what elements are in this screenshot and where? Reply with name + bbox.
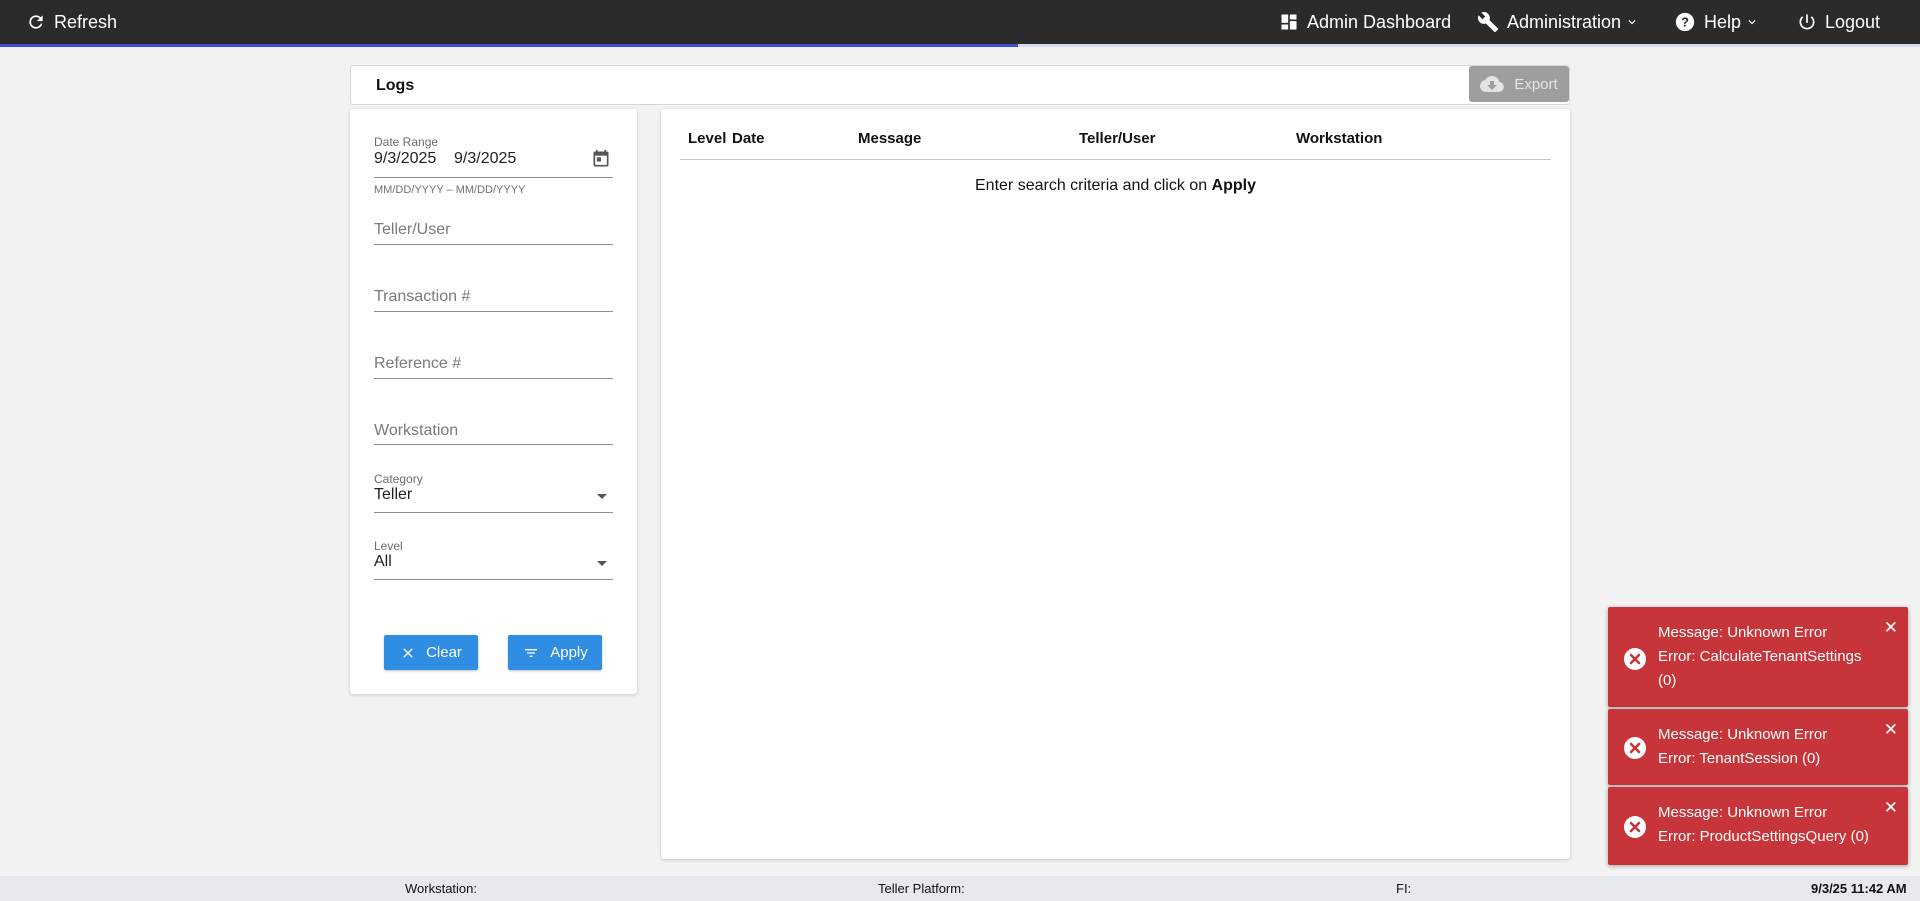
end-date-input[interactable]: 9/3/2025 [454, 150, 516, 168]
top-navigation-bar: Refresh Admin Dashboard Administration ?… [0, 0, 1920, 47]
administration-label: Administration [1507, 11, 1622, 32]
toast-message: Message: Unknown Error Error: TenantSess… [1658, 723, 1883, 771]
table-header-divider [680, 159, 1551, 160]
date-range-field[interactable]: Date Range 9/3/2025 9/3/2025 [374, 135, 613, 187]
wrench-icon [1477, 12, 1499, 33]
column-header-date[interactable]: Date [732, 130, 765, 147]
status-fi-label: FI: [1396, 881, 1412, 896]
refresh-button[interactable]: Refresh [26, 0, 117, 44]
svg-text:?: ? [1681, 15, 1689, 30]
date-format-hint: MM/DD/YYYY – MM/DD/YYYY [374, 184, 526, 196]
admin-dashboard-label: Admin Dashboard [1307, 11, 1452, 32]
toast-message: Message: Unknown Error Error: CalculateT… [1658, 621, 1883, 693]
toast-line: Error: TenantSession (0) [1658, 750, 1821, 767]
workstation-placeholder: Workstation [374, 422, 459, 439]
results-panel: Level Date Message Teller/User Workstati… [661, 109, 1570, 859]
status-bar: Workstation: Teller Platform: FI: 9/3/25… [0, 876, 1920, 901]
workstation-input[interactable]: Workstation [374, 422, 613, 458]
category-underline [374, 512, 613, 513]
empty-state-message: Enter search criteria and click on Apply [661, 177, 1570, 195]
error-circle-icon [1624, 816, 1646, 838]
clear-label: Clear [426, 644, 462, 661]
toast-line: Error: CalculateTenantSettings [1658, 648, 1862, 665]
refresh-icon [29, 15, 43, 29]
logout-label: Logout [1825, 11, 1881, 32]
close-icon [403, 647, 413, 658]
dashboard-icon [1281, 14, 1297, 30]
dropdown-arrow-icon [597, 494, 607, 499]
error-toast[interactable]: Message: Unknown Error Error: ProductSet… [1608, 787, 1908, 865]
category-select[interactable]: Category Teller [374, 472, 613, 514]
teller-user-input[interactable]: Teller/User [374, 221, 613, 257]
power-icon [1799, 14, 1815, 30]
filter-panel: Date Range 9/3/2025 9/3/2025 MM/DD/YYYY … [350, 109, 637, 694]
error-toast[interactable]: Message: Unknown Error Error: CalculateT… [1608, 607, 1908, 707]
level-value: All [374, 553, 392, 570]
column-header-level[interactable]: Level [688, 130, 726, 147]
export-button[interactable]: Export [1469, 66, 1569, 102]
error-toast[interactable]: Message: Unknown Error Error: TenantSess… [1608, 709, 1908, 785]
transaction-number-input[interactable]: Transaction # [374, 288, 613, 324]
apply-label: Apply [550, 644, 588, 661]
category-label: Category [374, 472, 423, 486]
status-datetime: 9/3/25 11:42 AM [1811, 881, 1907, 896]
toast-line: Message: Unknown Error [1658, 804, 1828, 821]
toast-close-button[interactable]: ✕ [1884, 721, 1898, 738]
refresh-label: Refresh [54, 11, 118, 32]
toast-line: (0) [1658, 672, 1677, 689]
column-header-message[interactable]: Message [858, 130, 921, 147]
level-select[interactable]: Level All [374, 539, 613, 581]
toast-line: Message: Unknown Error [1658, 624, 1828, 641]
admin-dashboard-link[interactable]: Admin Dashboard [1279, 0, 1451, 44]
teller-user-placeholder: Teller/User [374, 221, 451, 238]
error-circle-icon [1624, 648, 1646, 670]
level-label: Level [374, 539, 403, 553]
error-circle-icon [1624, 737, 1646, 759]
level-underline [374, 579, 613, 580]
page-header-card: Logs [350, 65, 1570, 105]
transaction-number-underline [374, 311, 613, 312]
reference-number-input[interactable]: Reference # [374, 355, 613, 391]
logout-button[interactable]: Logout [1797, 0, 1880, 44]
toast-message: Message: Unknown Error Error: ProductSet… [1658, 801, 1883, 849]
category-value: Teller [374, 486, 413, 503]
chevron-down-icon [1748, 20, 1756, 25]
column-header-teller-user[interactable]: Teller/User [1079, 130, 1155, 147]
loading-progress-bar [0, 44, 1920, 47]
help-menu[interactable]: ? Help [1674, 0, 1759, 44]
filter-icon [525, 648, 538, 657]
reference-number-placeholder: Reference # [374, 355, 462, 372]
date-range-label: Date Range [374, 135, 439, 149]
clear-button[interactable]: Clear [384, 635, 478, 670]
toast-line: Error: ProductSettingsQuery (0) [1658, 828, 1869, 845]
help-label: Help [1704, 11, 1742, 32]
toast-close-button[interactable]: ✕ [1884, 799, 1898, 816]
empty-state-action: Apply [1211, 177, 1256, 194]
status-teller-platform-label: Teller Platform: [878, 881, 965, 896]
toast-close-button[interactable]: ✕ [1884, 619, 1898, 636]
date-range-underline [374, 177, 613, 178]
export-label: Export [1514, 75, 1558, 93]
page-title: Logs [376, 77, 415, 94]
apply-button[interactable]: Apply [508, 635, 602, 670]
column-header-workstation[interactable]: Workstation [1296, 130, 1382, 147]
help-circle-icon: ? [1675, 12, 1695, 32]
loading-progress-fill [0, 44, 1018, 47]
workstation-underline [374, 444, 613, 445]
teller-user-underline [374, 244, 613, 245]
toast-line: Message: Unknown Error [1658, 726, 1828, 743]
start-date-input[interactable]: 9/3/2025 [374, 150, 436, 168]
empty-state-text: Enter search criteria and click on [975, 177, 1212, 194]
calendar-icon[interactable] [591, 149, 611, 169]
chevron-down-icon [1628, 20, 1636, 25]
administration-menu[interactable]: Administration [1477, 0, 1639, 44]
status-workstation-label: Workstation: [405, 881, 478, 896]
reference-number-underline [374, 378, 613, 379]
transaction-number-placeholder: Transaction # [374, 288, 471, 305]
dropdown-arrow-icon [597, 561, 607, 566]
cloud-download-icon [1480, 75, 1505, 92]
